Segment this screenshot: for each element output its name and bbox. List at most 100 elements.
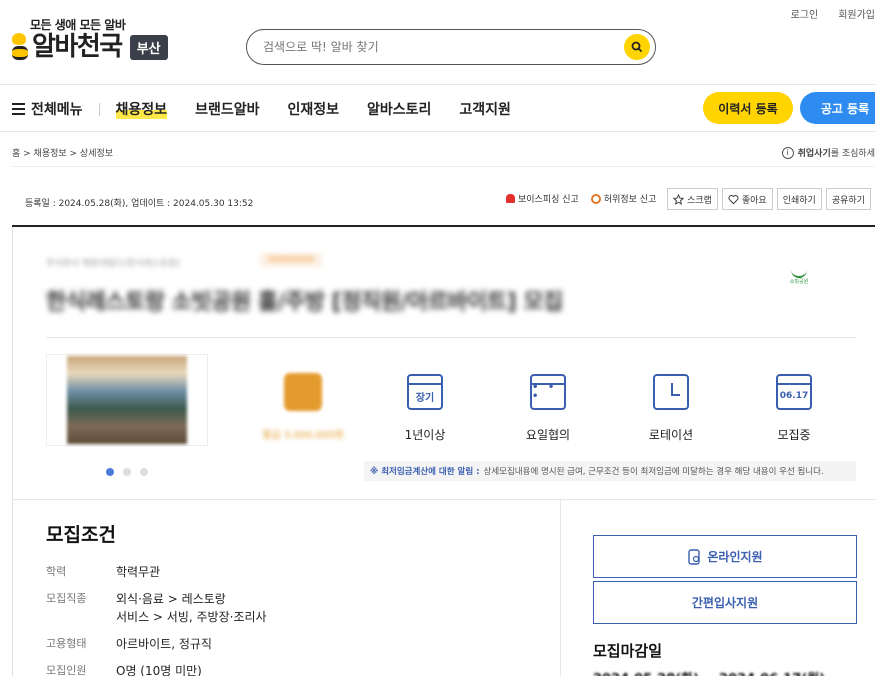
search-icon [631, 41, 643, 53]
scam-warning-text: 를 조심하세 [830, 149, 875, 159]
scrap-button[interactable]: 스크랩 [667, 188, 718, 210]
search-bar [246, 29, 656, 65]
column-divider [560, 500, 561, 676]
feature-time-label: 로테이션 [648, 428, 694, 442]
breadcrumb: 홈 > 채용정보 > 상세정보 [12, 149, 114, 159]
info-icon: i [781, 146, 794, 159]
breadcrumb-divider [12, 166, 875, 167]
feature-deadline: 06.17 모집중 [744, 372, 844, 443]
condition-row: 고용형태 아르바이트, 정규직 [46, 635, 267, 653]
feature-period: 장기 1년이상 [375, 372, 475, 443]
min-wage-notice-text: 상세모집내용에 명시된 급여, 근무조건 등이 최저임금에 미달하는 경우 해당… [483, 467, 824, 477]
header-divider [0, 84, 875, 85]
nav-item-brand[interactable]: 브랜드알바 [195, 99, 259, 119]
all-menu-button[interactable]: 전체메뉴 [12, 99, 83, 119]
share-button[interactable]: 공유하기 [825, 188, 871, 210]
pager-dot-3[interactable] [140, 468, 148, 476]
condition-key: 모집직종 [46, 592, 87, 605]
phone-icon [688, 548, 701, 565]
siren-icon [506, 194, 515, 203]
feature-days: • • • 요일협의 [498, 372, 598, 443]
job-title: 한식레스토랑 소빗공원 홀/주방 [정직원/아르바이트] 모집 [46, 290, 563, 315]
logo-mark-icon [791, 270, 807, 278]
like-label: 좋아요 [741, 195, 767, 206]
title-divider [46, 337, 856, 338]
top-utility-nav: 로그인 회원가입 [791, 6, 875, 21]
workplace-photo[interactable] [46, 354, 208, 446]
bee-icon [12, 33, 30, 61]
job-category-1: 외식·음료 > 레스토랑 [116, 592, 226, 606]
min-wage-notice-title: ※ 최저임금계산에 대한 알림 : [370, 467, 480, 477]
photo-pager [106, 468, 148, 476]
company-logo-caption: 소빗공원 [789, 279, 809, 285]
star-icon [673, 193, 684, 205]
logo-text: 알바천국 [32, 32, 123, 62]
feature-deadline-label: 모집중 [777, 428, 811, 442]
search-button[interactable] [624, 34, 650, 60]
logo-tagline: 모든 생애 모든 알바 [30, 18, 126, 32]
feature-days-label: 요일협의 [525, 428, 571, 442]
voice-phishing-report[interactable]: 보이스피싱 신고 [506, 192, 579, 205]
deadline-value: 2024.05.28(화) ~ 2024.06.17(월) [593, 668, 825, 676]
voice-phishing-label: 보이스피싱 신고 [518, 195, 579, 205]
section-divider [12, 499, 875, 500]
nav-divider [98, 102, 100, 116]
main-nav: 전체메뉴 채용정보 브랜드알바 인재정보 알바스토리 고객지원 [12, 99, 539, 119]
report-links: 보이스피싱 신고 허위정보 신고 [506, 192, 656, 205]
calendar-date-icon: 06.17 [776, 374, 812, 410]
simple-apply-button[interactable]: 간편입사지원 [593, 581, 857, 624]
condition-row: 모집인원 O명 (10명 미만) [46, 662, 267, 676]
like-button[interactable]: 좋아요 [721, 188, 773, 210]
condition-value: 외식·음료 > 레스토랑 서비스 > 서빙, 주방장·조리사 [116, 590, 267, 626]
scam-warning-strong: 취업사기 [797, 149, 831, 159]
fake-info-label: 허위정보 신고 [603, 195, 657, 205]
condition-key: 고용형태 [46, 637, 87, 650]
condition-row: 모집직종 외식·음료 > 레스토랑 서비스 > 서빙, 주방장·조리사 [46, 590, 267, 626]
job-tag: 00000000 [260, 253, 322, 267]
no-entry-icon [590, 193, 601, 204]
search-input[interactable] [263, 40, 624, 54]
feature-pay: 월급 3,000,000원 [253, 372, 353, 441]
post-dates: 등록일 : 2024.05.28(화), 업데이트 : 2024.05.30 1… [25, 199, 254, 209]
feature-time: 로테이션 [621, 372, 721, 443]
job-post-button[interactable]: 공고 등록 [800, 92, 875, 124]
company-name[interactable]: 주식회사 해운대일드(한식레스토랑) [46, 256, 180, 269]
restaurant-image [67, 356, 187, 444]
deadline-title: 모집마감일 [593, 642, 663, 660]
calendar-dots-icon: • • • [530, 374, 566, 410]
feature-period-label: 1년이상 [404, 428, 446, 442]
condition-row: 학력 학력무관 [46, 563, 267, 581]
nav-item-talent[interactable]: 인재정보 [287, 99, 339, 119]
condition-value: O명 (10명 미만) [116, 664, 202, 676]
scrap-label: 스크랩 [687, 195, 712, 206]
panel-top-border [12, 225, 875, 227]
pager-dot-1[interactable] [106, 468, 114, 476]
print-button[interactable]: 인쇄하기 [776, 188, 822, 210]
clock-icon [653, 374, 689, 410]
pager-dot-2[interactable] [123, 468, 131, 476]
pay-icon [284, 373, 322, 411]
resume-register-button[interactable]: 이력서 등록 [703, 92, 793, 124]
signup-link[interactable]: 회원가입 [838, 6, 875, 21]
job-category-2: 서비스 > 서빙, 주방장·조리사 [116, 610, 267, 624]
post-actions: 스크랩 좋아요 인쇄하기 공유하기 [667, 188, 871, 210]
online-apply-button[interactable]: 온라인지원 [593, 535, 857, 578]
nav-item-story[interactable]: 알바스토리 [367, 99, 431, 119]
company-logo: 소빗공원 [785, 270, 813, 288]
nav-item-support[interactable]: 고객지원 [459, 99, 511, 119]
hamburger-icon [12, 103, 25, 115]
scam-warning[interactable]: i 취업사기를 조심하세 [781, 146, 875, 159]
all-menu-label: 전체메뉴 [31, 102, 83, 118]
condition-key: 모집인원 [46, 664, 87, 676]
site-logo[interactable]: 알바천국 부산 [12, 32, 168, 62]
min-wage-notice: ※ 최저임금계산에 대한 알림 : 상세모집내용에 명시된 급여, 근무조건 등… [364, 461, 856, 481]
conditions-title: 모집조건 [46, 524, 116, 546]
calendar-long-icon: 장기 [407, 374, 443, 410]
fake-info-report[interactable]: 허위정보 신고 [590, 192, 657, 205]
condition-value: 아르바이트, 정규직 [116, 637, 212, 651]
nav-item-jobs[interactable]: 채용정보 [115, 99, 168, 119]
condition-key: 학력 [46, 565, 67, 578]
condition-value: 학력무관 [116, 565, 161, 579]
login-link[interactable]: 로그인 [791, 6, 819, 21]
region-badge[interactable]: 부산 [129, 34, 168, 60]
